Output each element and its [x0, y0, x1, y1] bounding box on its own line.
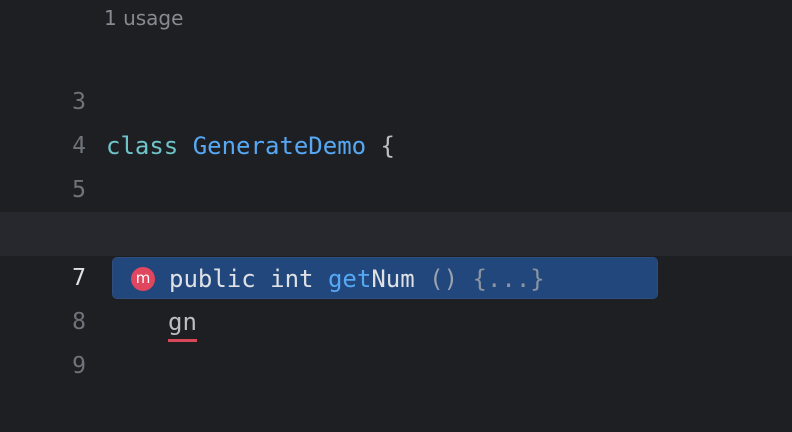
params: () — [429, 265, 459, 293]
code-line-6[interactable]: 6 — [0, 168, 792, 247]
method-body: {...} — [472, 265, 545, 293]
code-line-7-current[interactable]: 7 gn — [0, 212, 792, 342]
code-line-9[interactable]: 9 — [0, 300, 792, 379]
usage-hint[interactable]: 1 usage — [104, 6, 183, 30]
name-part: N — [371, 265, 386, 293]
code-line-3[interactable]: 3 class GenerateDemo { — [0, 36, 792, 160]
return-type: int — [270, 265, 314, 293]
completion-item-getnum[interactable]: m public int getNum () {...} — [113, 258, 657, 298]
name-rest: um — [385, 265, 415, 293]
match-prefix: get — [327, 265, 372, 293]
line-number: 9 — [72, 353, 86, 379]
code-line-5[interactable]: 5 int num; — [0, 124, 792, 254]
code-editor[interactable]: 1 usage 3 class GenerateDemo { 4 5 int n… — [0, 0, 792, 379]
completion-popup: m public int getNum () {...} — [112, 257, 658, 299]
completion-text: public int getNum () {...} — [169, 258, 545, 300]
code-line-4[interactable]: 4 — [0, 80, 792, 159]
modifier: public — [169, 265, 256, 293]
method-icon: m — [131, 267, 155, 291]
